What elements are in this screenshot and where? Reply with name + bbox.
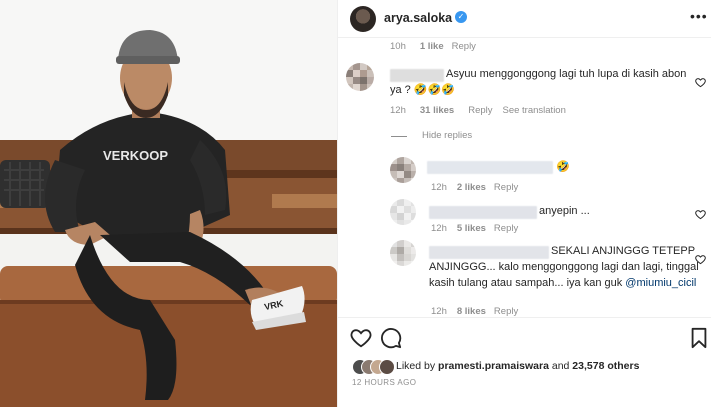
commenter-avatar-blurred[interactable] (346, 63, 374, 91)
heart-icon[interactable] (350, 327, 372, 349)
reply-like-heart-icon[interactable] (695, 209, 706, 220)
verified-badge-icon: ✓ (455, 11, 467, 23)
reply-button[interactable]: Reply (494, 223, 518, 234)
reply-age: 12h (431, 223, 447, 234)
reply-button[interactable]: Reply (494, 182, 518, 193)
see-translation-button[interactable]: See translation (503, 105, 566, 116)
author-avatar[interactable] (350, 6, 376, 32)
reply-like-count[interactable]: 2 likes (457, 182, 486, 193)
liker-username-link[interactable]: pramesti.pramaiswara (438, 360, 549, 372)
reply-meta: 12h 8 likes Reply (431, 306, 532, 317)
reply-like-count[interactable]: 5 likes (457, 223, 486, 234)
reply-text: anyepin ... (539, 205, 590, 217)
hide-replies-button[interactable]: Hide replies (422, 130, 472, 141)
reply-text-line2: ANJINGGG... kalo menggonggong lagi dan l… (429, 261, 699, 273)
replier-avatar-blurred[interactable] (390, 240, 416, 266)
comment-icon[interactable] (380, 327, 402, 349)
replier-avatar-blurred[interactable] (390, 157, 416, 183)
reply-text-line3: kasih tulang atau sampah... iya kan guk … (429, 277, 697, 289)
comment-meta: 10h 1 like Reply (390, 41, 490, 52)
more-options-icon[interactable]: ••• (690, 8, 708, 24)
hide-replies-line (391, 136, 407, 137)
reply-like-count[interactable]: 8 likes (457, 306, 486, 317)
reply-meta: 12h 2 likes Reply (431, 182, 532, 193)
comment-text: Asyuu menggonggong lagi tuh lupa di kasi… (390, 68, 687, 96)
post-sidebar: arya.saloka ✓ ••• 10h 1 like Reply Asyuu m… (337, 0, 711, 407)
comment-meta: 12h 31 likes Reply See translation (390, 105, 580, 116)
replier-username-blurred[interactable] (429, 246, 549, 259)
post-header: arya.saloka ✓ ••• (338, 0, 711, 38)
replier-username-blurred[interactable] (427, 161, 553, 174)
comment-like-count[interactable]: 1 like (420, 41, 444, 52)
bookmark-icon[interactable] (688, 327, 710, 349)
post-actions: Liked by pramesti.pramaiswara and 23,578… (338, 317, 711, 407)
post-photo-illustration: VERKOOP VRK (0, 0, 337, 407)
post-photo[interactable]: VERKOOP VRK (0, 0, 337, 407)
reply-like-heart-icon[interactable] (695, 254, 706, 265)
reply-button[interactable]: Reply (468, 105, 492, 116)
liker-avatar (379, 359, 395, 375)
likes-count-link[interactable]: 23,578 others (572, 360, 639, 372)
author-username[interactable]: arya.saloka (384, 11, 452, 25)
likes-summary: Liked by pramesti.pramaiswara and 23,578… (396, 360, 640, 372)
reply-text-line1: SEKALI ANJINGGG TETEPP (551, 245, 696, 257)
comment-like-heart-icon[interactable] (695, 77, 706, 88)
comment-age: 12h (390, 105, 406, 116)
reply-meta: 12h 5 likes Reply (431, 223, 532, 234)
replier-username-blurred[interactable] (429, 206, 537, 219)
shirt-print-text: VERKOOP (103, 148, 168, 163)
post-timestamp[interactable]: 12 HOURS AGO (352, 378, 416, 387)
reply-text: 🤣 (556, 161, 570, 173)
reply-button[interactable]: Reply (452, 41, 476, 52)
reply-button[interactable]: Reply (494, 306, 518, 317)
reply-age: 12h (431, 306, 447, 317)
reply-age: 12h (431, 182, 447, 193)
replier-avatar-blurred[interactable] (390, 199, 416, 225)
comment-age: 10h (390, 41, 406, 52)
mention-link[interactable]: @miumiu_cicil (625, 277, 696, 289)
comment-like-count[interactable]: 31 likes (420, 105, 454, 116)
liker-avatars[interactable] (352, 359, 395, 375)
